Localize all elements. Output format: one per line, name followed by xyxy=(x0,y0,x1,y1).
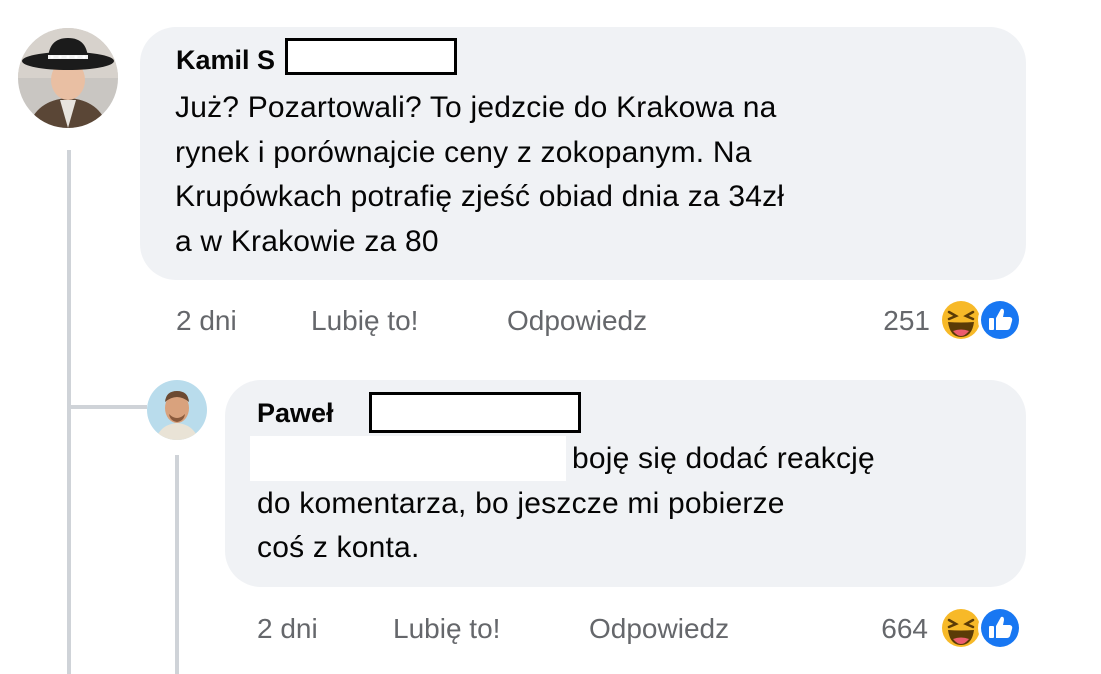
reaction-count[interactable]: 664 xyxy=(848,612,928,646)
haha-icon xyxy=(939,606,983,650)
comment-line: Już? Pozartowali? To jedzcie do Krakowa … xyxy=(175,91,777,124)
like-icon xyxy=(978,606,1022,650)
like-button[interactable]: Lubię to! xyxy=(311,304,418,338)
avatar-kamil[interactable] xyxy=(18,28,118,128)
comment-line: Krupówkach potrafię zjeść obiad dnia za … xyxy=(175,180,785,213)
thread-line-main xyxy=(67,150,71,674)
redaction-box xyxy=(369,392,581,433)
reaction-summary[interactable] xyxy=(936,295,1028,345)
avatar-pawel-image xyxy=(147,380,207,440)
like-button[interactable]: Lubię to! xyxy=(393,612,500,646)
comment-line: rynek i porównajcie ceny z zokopanym. Na xyxy=(175,135,752,169)
comment-text-pawel: boję się dodać reakcję do komentarza, bo… xyxy=(257,437,997,571)
redaction-box xyxy=(285,38,457,75)
reply-button[interactable]: Odpowiedz xyxy=(507,304,647,338)
comment-line: coś z konta. xyxy=(257,531,420,564)
thread-line-reply xyxy=(175,455,179,674)
thread-line-branch xyxy=(67,405,147,409)
comment-timestamp[interactable]: 2 dni xyxy=(176,304,237,338)
avatar-pawel[interactable] xyxy=(147,380,207,440)
reaction-count[interactable]: 251 xyxy=(850,304,930,338)
comment-timestamp[interactable]: 2 dni xyxy=(257,612,318,646)
comment-text-kamil: Już? Pozartowali? To jedzcie do Krakowa … xyxy=(175,86,1005,264)
comment-line: boję się dodać reakcję xyxy=(572,442,875,475)
avatar-kamil-image xyxy=(18,28,118,128)
comment-line: a w Krakowie za 80 xyxy=(175,224,439,258)
reply-button[interactable]: Odpowiedz xyxy=(589,612,729,646)
comment-author-pawel[interactable]: Paweł xyxy=(257,397,334,429)
comment-author-kamil[interactable]: Kamil S xyxy=(176,44,275,76)
comment-line: do komentarza, bo jeszcze mi pobierze xyxy=(257,486,785,520)
reaction-summary[interactable] xyxy=(936,603,1028,653)
haha-icon xyxy=(939,298,983,342)
like-icon xyxy=(978,298,1022,342)
